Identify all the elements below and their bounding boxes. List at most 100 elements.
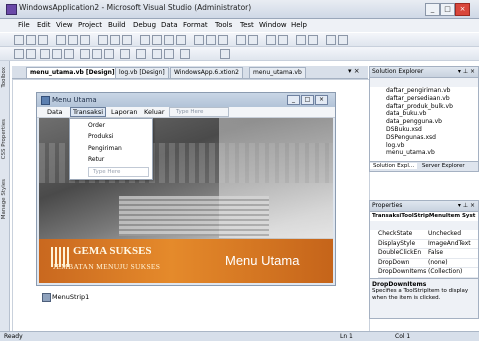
undo-icon[interactable] — [120, 49, 130, 59]
cut-icon[interactable] — [80, 49, 90, 59]
form-menu-laporan[interactable]: Laporan — [111, 108, 137, 116]
align-tops-icon[interactable] — [56, 35, 66, 45]
panel-pin-icon[interactable]: ▾ ⊥ × — [458, 201, 478, 211]
property-row[interactable]: CheckState Unchecked — [378, 230, 478, 240]
menu-window[interactable]: Window — [259, 21, 287, 29]
copy-icon[interactable] — [92, 49, 102, 59]
menu-file[interactable]: File — [18, 21, 30, 29]
tree-item[interactable]: data_pengguna.vb — [386, 118, 478, 126]
tab-log-design[interactable]: log.vb [Design] — [115, 67, 169, 78]
menu-build[interactable]: Build — [108, 21, 126, 29]
form-menu-keluar[interactable]: Keluar — [144, 108, 165, 116]
open-file-icon[interactable] — [40, 49, 50, 59]
menu-project[interactable]: Project — [78, 21, 102, 29]
align-centers-icon[interactable] — [26, 35, 36, 45]
decrease-h-spacing-icon[interactable] — [176, 35, 186, 45]
tab-menu-utama-design[interactable]: menu_utama.vb [Design] — [26, 67, 119, 78]
properties-object-selector[interactable]: TransaksiToolStripMenuItem Syst — [369, 212, 479, 221]
navigate-forward-icon[interactable] — [164, 49, 174, 59]
toolbox-tab[interactable]: Toolbox — [1, 67, 8, 88]
same-size-icon[interactable] — [122, 35, 132, 45]
align-bottoms-icon[interactable] — [80, 35, 90, 45]
redo-icon[interactable] — [136, 49, 146, 59]
menu-tools[interactable]: Tools — [215, 21, 232, 29]
tree-item[interactable]: daftar_produk_bulk.vb — [386, 103, 478, 111]
menu-format[interactable]: Format — [183, 21, 208, 29]
v-spacing-icon[interactable] — [194, 35, 204, 45]
layout-icon[interactable] — [338, 35, 348, 45]
property-value[interactable]: Unchecked — [428, 230, 461, 237]
add-item-icon[interactable] — [26, 49, 36, 59]
property-row[interactable]: DoubleClickEn False — [378, 249, 478, 259]
grid-icon[interactable] — [140, 35, 150, 45]
minimize-button[interactable]: _ — [425, 3, 440, 16]
menustrip-component[interactable]: MenuStrip1 — [52, 293, 89, 301]
menu-help[interactable]: Help — [291, 21, 307, 29]
decrease-v-spacing-icon[interactable] — [218, 35, 228, 45]
tree-item[interactable]: menu_utama.vb — [386, 149, 478, 157]
form-minimize-button[interactable]: _ — [287, 95, 300, 105]
property-row[interactable]: DropDownItems (Collection) — [378, 268, 478, 278]
tab-solution-explorer[interactable]: Solution Expl... — [370, 163, 418, 169]
tree-item[interactable]: DSPengunas.xsd — [386, 134, 478, 142]
save-all-icon[interactable] — [64, 49, 74, 59]
title-bar: WindowsApplication2 - Microsoft Visual S… — [0, 0, 479, 19]
property-value[interactable]: False — [428, 249, 443, 256]
bring-front-icon[interactable] — [266, 35, 276, 45]
align-rights-icon[interactable] — [38, 35, 48, 45]
property-value[interactable]: (Collection) — [428, 268, 462, 275]
form-maximize-button[interactable]: □ — [301, 95, 314, 105]
menu-data[interactable]: Data — [161, 21, 178, 29]
close-tab-icon[interactable]: ▾ × — [348, 67, 360, 75]
paste-icon[interactable] — [104, 49, 114, 59]
css-properties-tab[interactable]: CSS Properties — [1, 119, 8, 159]
tree-item[interactable]: daftar_persediaan.vb — [386, 95, 478, 103]
dropdown-item-pengiriman[interactable]: Pengiriman — [88, 145, 122, 152]
tree-item[interactable]: DSBuku.xsd — [386, 126, 478, 134]
maximize-button[interactable]: □ — [440, 3, 455, 16]
save-icon[interactable] — [52, 49, 62, 59]
align-middles-icon[interactable] — [68, 35, 78, 45]
property-value[interactable]: ImageAndText — [428, 240, 471, 247]
find-icon[interactable] — [220, 49, 230, 59]
same-width-icon[interactable] — [98, 35, 108, 45]
close-button[interactable]: × — [455, 3, 470, 16]
menu-edit[interactable]: Edit — [37, 21, 51, 29]
tree-item[interactable]: log.vb — [386, 142, 478, 150]
center-v-icon[interactable] — [248, 35, 258, 45]
increase-v-spacing-icon[interactable] — [206, 35, 216, 45]
format-icon[interactable] — [326, 35, 336, 45]
dropdown-type-here[interactable]: Type Here — [88, 167, 149, 177]
panel-pin-icon[interactable]: ▾ ⊥ × — [458, 67, 478, 77]
dropdown-item-produksi[interactable]: Produksi — [88, 133, 113, 140]
tab-menu-utama-code[interactable]: menu_utama.vb — [249, 67, 306, 78]
navigate-back-icon[interactable] — [152, 49, 162, 59]
send-back-icon[interactable] — [278, 35, 288, 45]
tree-item[interactable]: daftar_pengiriman.vb — [386, 87, 478, 95]
menu-view[interactable]: View — [56, 21, 73, 29]
new-project-icon[interactable] — [14, 49, 24, 59]
h-spacing-icon[interactable] — [152, 35, 162, 45]
tab-server-explorer[interactable]: Server Explorer — [419, 163, 468, 169]
lock-controls-icon[interactable] — [308, 35, 318, 45]
menu-test[interactable]: Test — [240, 21, 254, 29]
menu-debug[interactable]: Debug — [133, 21, 156, 29]
tree-item[interactable]: data_buku.vb — [386, 110, 478, 118]
property-row[interactable]: DropDown (none) — [378, 259, 478, 268]
form-menu-transaksi[interactable]: Transaksi — [70, 107, 107, 117]
dropdown-item-order[interactable]: Order — [88, 122, 105, 129]
form-menu-type-here[interactable]: Type Here — [169, 107, 229, 117]
form-menu-data[interactable]: Data — [47, 108, 63, 116]
tab-order-icon[interactable] — [296, 35, 306, 45]
property-value[interactable]: (none) — [428, 259, 448, 266]
tab-windowsapp[interactable]: WindowsApp.6.xtion2 — [170, 67, 243, 78]
form-close-button[interactable]: × — [315, 95, 328, 105]
same-height-icon[interactable] — [110, 35, 120, 45]
manage-styles-tab[interactable]: Manage Styles — [1, 179, 8, 219]
dropdown-item-retur[interactable]: Retur — [88, 156, 104, 163]
start-debug-icon[interactable] — [180, 49, 190, 59]
align-lefts-icon[interactable] — [14, 35, 24, 45]
center-h-icon[interactable] — [236, 35, 246, 45]
increase-h-spacing-icon[interactable] — [164, 35, 174, 45]
property-row[interactable]: DisplayStyle ImageAndText — [378, 240, 478, 249]
